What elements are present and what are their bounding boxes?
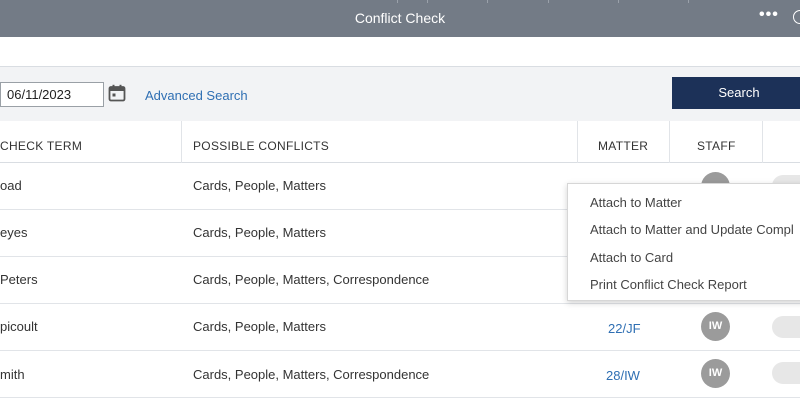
staff-avatar[interactable]: IW: [701, 312, 730, 341]
table-row[interactable]: mith Cards, People, Matters, Corresponde…: [0, 351, 800, 398]
matter-link[interactable]: 22/JF: [608, 321, 641, 336]
menu-item-print-report[interactable]: Print Conflict Check Report: [590, 277, 747, 292]
column-divider: [577, 121, 578, 163]
advanced-search-link[interactable]: Advanced Search: [145, 88, 248, 103]
possible-conflicts-cell: Cards, People, Matters: [193, 225, 326, 240]
possible-conflicts-cell: Cards, People, Matters: [193, 178, 326, 193]
possible-conflicts-cell: Cards, People, Matters: [193, 319, 326, 334]
check-term-cell: picoult: [0, 319, 38, 334]
titlebar-divider: [487, 0, 488, 3]
header-possible-conflicts[interactable]: POSSIBLE CONFLICTS: [193, 139, 329, 153]
header-staff[interactable]: STAFF: [697, 139, 736, 153]
column-divider: [762, 121, 763, 163]
titlebar-divider: [688, 0, 689, 3]
matter-link[interactable]: 28/IW: [606, 368, 640, 383]
staff-avatar[interactable]: IW: [701, 359, 730, 388]
titlebar-divider: [397, 0, 398, 3]
table-header: [0, 121, 800, 163]
search-button[interactable]: Search: [672, 77, 800, 109]
column-divider: [181, 121, 182, 163]
calendar-icon[interactable]: [108, 84, 126, 102]
row-toggle[interactable]: [772, 362, 800, 384]
menu-item-attach-update-compliance[interactable]: Attach to Matter and Update Compl: [590, 222, 794, 237]
titlebar-divider: [618, 0, 619, 3]
check-term-cell: eyes: [0, 225, 28, 240]
menu-item-attach-to-matter[interactable]: Attach to Matter: [590, 195, 682, 210]
date-field[interactable]: [0, 82, 104, 107]
more-horizontal-icon[interactable]: •••: [759, 6, 779, 24]
column-divider: [669, 121, 670, 163]
help-icon[interactable]: [793, 10, 800, 24]
title-bar: Conflict Check •••: [0, 0, 800, 37]
header-matter[interactable]: MATTER: [598, 139, 648, 153]
check-term-cell: oad: [0, 178, 22, 193]
row-toggle[interactable]: [772, 316, 800, 338]
check-term-cell: mith: [0, 367, 25, 382]
possible-conflicts-cell: Cards, People, Matters, Correspondence: [193, 367, 430, 382]
window-title: Conflict Check: [354, 10, 446, 26]
titlebar-divider: [427, 0, 428, 3]
header-check-term[interactable]: CHECK TERM: [0, 139, 82, 153]
check-term-cell: Peters: [0, 272, 38, 287]
table-row[interactable]: picoult Cards, People, Matters 22/JF IW: [0, 304, 800, 351]
row-context-menu: Attach to Matter Attach to Matter and Up…: [567, 183, 800, 301]
menu-item-attach-to-card[interactable]: Attach to Card: [590, 250, 673, 265]
header-spacer: [0, 37, 800, 67]
titlebar-divider: [548, 0, 549, 3]
possible-conflicts-cell: Cards, People, Matters, Correspondence: [193, 272, 430, 287]
